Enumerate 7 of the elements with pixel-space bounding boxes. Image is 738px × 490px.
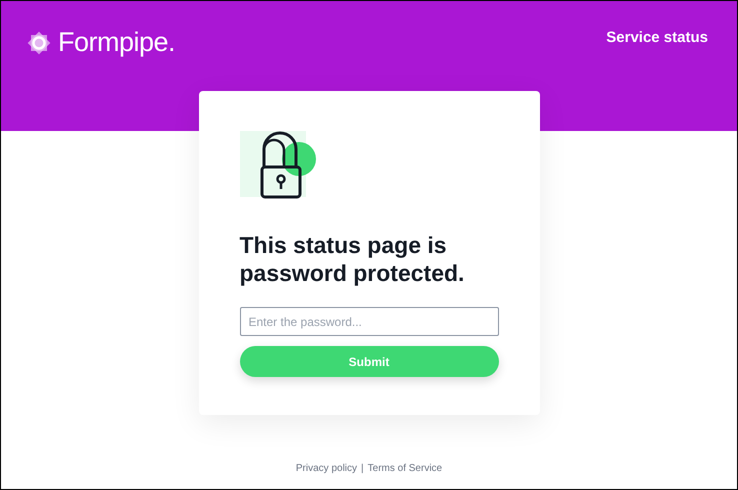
service-status-link[interactable]: Service status <box>606 29 708 46</box>
footer-link[interactable]: Privacy policy <box>296 463 358 474</box>
logo-text: Formpipe. <box>58 27 176 58</box>
heading: This status page is password protected. <box>240 231 466 287</box>
password-field[interactable]: Enter the password... <box>240 307 498 336</box>
separator: | <box>361 463 364 474</box>
footer-link[interactable]: Terms of Service <box>368 463 442 474</box>
